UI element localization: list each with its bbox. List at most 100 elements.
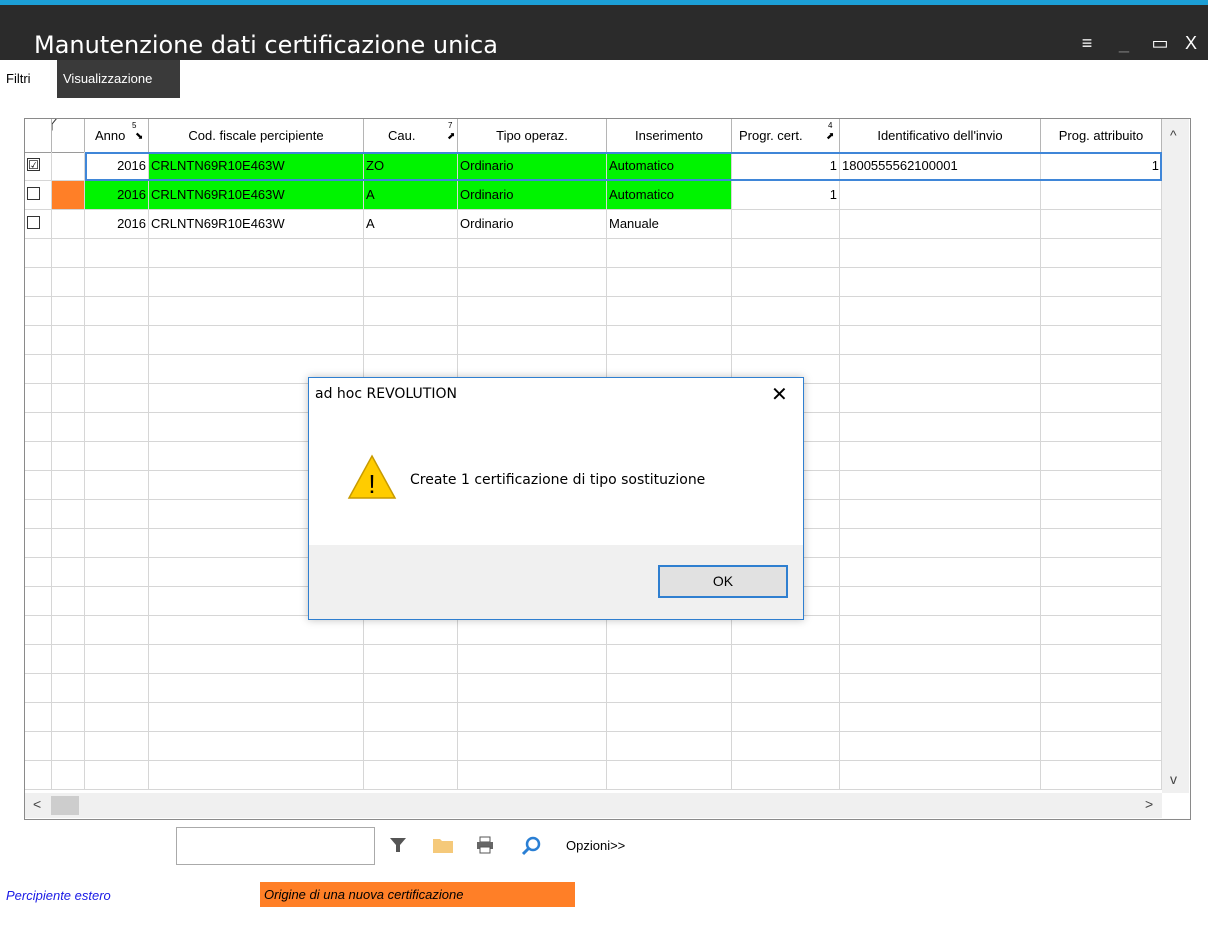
empty-cell [364,616,458,644]
tab-visualizzazione[interactable]: Visualizzazione [57,60,180,98]
folder-icon[interactable] [432,835,454,861]
cell-tipo-operaz[interactable]: Ordinario [458,152,607,180]
empty-cell [25,297,52,325]
cell-cod-fiscale[interactable]: CRLNTN69R10E463W [149,152,364,180]
cell-cau[interactable]: A [364,210,458,238]
row-status-cell [52,181,85,209]
row-checkbox[interactable]: ☑ [27,158,40,171]
cell-prog-attribuito[interactable]: 1 [1041,152,1162,180]
column-header-inserimento[interactable]: Inserimento [607,119,732,152]
empty-cell [52,645,85,673]
row-checkbox-cell[interactable] [25,181,52,209]
column-filter-icon[interactable] [52,119,85,152]
print-icon[interactable] [475,835,495,861]
cell-cau[interactable]: A [364,181,458,209]
maximize-button[interactable]: ▭ [1150,33,1170,53]
empty-cell [149,761,364,789]
horizontal-scrollbar[interactable]: < > [25,793,1162,818]
empty-cell [25,268,52,296]
cell-inserimento[interactable]: Automatico [607,181,732,209]
message-dialog: ad hoc REVOLUTION ✕ ! Create 1 certifica… [308,377,804,620]
dialog-close-icon[interactable]: ✕ [771,382,788,407]
cell-identificativo[interactable] [840,210,1041,238]
scroll-thumb[interactable] [51,796,79,815]
empty-cell [149,645,364,673]
empty-cell [1041,355,1162,383]
empty-cell [85,413,149,441]
empty-cell [607,268,732,296]
filter-icon[interactable] [388,835,408,861]
empty-cell [840,587,1041,615]
empty-cell [1041,297,1162,325]
search-input[interactable] [176,827,375,865]
cell-prog-attribuito[interactable] [1041,181,1162,209]
empty-cell [1041,645,1162,673]
cell-progr-cert[interactable] [732,210,840,238]
vertical-scrollbar[interactable]: ^ v [1162,119,1189,793]
cell-cod-fiscale[interactable]: CRLNTN69R10E463W [149,181,364,209]
cell-anno[interactable]: 2016 [85,181,149,209]
column-header-cod-fiscale[interactable]: Cod. fiscale percipiente [149,119,364,152]
row-checkbox[interactable] [27,187,40,200]
cell-prog-attribuito[interactable] [1041,210,1162,238]
cell-tipo-operaz[interactable]: Ordinario [458,181,607,209]
cell-inserimento[interactable]: Manuale [607,210,732,238]
cell-cod-fiscale[interactable]: CRLNTN69R10E463W [149,210,364,238]
cell-progr-cert[interactable]: 1 [732,152,840,180]
cell-progr-cert[interactable]: 1 [732,181,840,209]
table-row[interactable]: ☑ 2016 CRLNTN69R10E463W ZO Ordinario Aut… [25,152,1162,181]
zoom-search-icon[interactable] [520,835,542,863]
empty-cell [458,616,607,644]
empty-cell [607,297,732,325]
cell-cau[interactable]: ZO [364,152,458,180]
column-header-cau[interactable]: Cau. 7 ⬈ [364,119,458,152]
empty-cell [52,500,85,528]
empty-cell [52,471,85,499]
empty-cell [25,442,52,470]
column-header-progr-cert[interactable]: Progr. cert. 4 ⬈ [732,119,840,152]
cell-identificativo[interactable] [840,181,1041,209]
column-header-identificativo[interactable]: Identificativo dell'invio [840,119,1041,152]
cell-anno[interactable]: 2016 [85,152,149,180]
empty-cell [840,355,1041,383]
empty-cell [85,529,149,557]
empty-cell [1041,442,1162,470]
column-header-tipo-operaz[interactable]: Tipo operaz. [458,119,607,152]
table-row[interactable]: 2016 CRLNTN69R10E463W A Ordinario Manual… [25,210,1162,239]
options-button[interactable]: Opzioni>> [566,838,625,853]
scroll-up-icon[interactable]: ^ [1170,127,1177,143]
legend-percipiente-estero: Percipiente estero [6,888,111,903]
row-checkbox-cell[interactable] [25,210,52,238]
minimize-button[interactable]: _ [1114,33,1134,53]
ok-button[interactable]: OK [658,565,788,598]
empty-cell [732,761,840,789]
close-button[interactable]: X [1181,33,1201,53]
empty-cell [25,558,52,586]
warning-glyph: ! [368,469,375,499]
cell-identificativo[interactable]: 1800555562100001 [840,152,1041,180]
row-checkbox-cell[interactable]: ☑ [25,152,52,180]
column-header-anno[interactable]: Anno 5 ⬊ [85,119,149,152]
scroll-left-icon[interactable]: < [33,796,41,812]
empty-cell [85,558,149,586]
header-selector[interactable] [25,119,52,152]
empty-cell [732,645,840,673]
empty-cell [85,703,149,731]
empty-cell [52,268,85,296]
menu-icon[interactable]: ≡ [1077,33,1097,53]
cell-anno[interactable]: 2016 [85,210,149,238]
empty-cell [85,616,149,644]
empty-cell [364,761,458,789]
empty-cell [732,326,840,354]
cell-inserimento[interactable]: Automatico [607,152,732,180]
empty-cell [52,413,85,441]
empty-cell [458,732,607,760]
table-row[interactable]: 2016 CRLNTN69R10E463W A Ordinario Automa… [25,181,1162,210]
cell-tipo-operaz[interactable]: Ordinario [458,210,607,238]
scroll-down-icon[interactable]: v [1170,771,1177,787]
empty-cell [85,471,149,499]
scroll-right-icon[interactable]: > [1145,796,1153,812]
row-checkbox[interactable] [27,216,40,229]
column-header-prog-attribuito[interactable]: Prog. attribuito [1041,119,1162,152]
tab-filtri[interactable]: Filtri [0,60,57,98]
